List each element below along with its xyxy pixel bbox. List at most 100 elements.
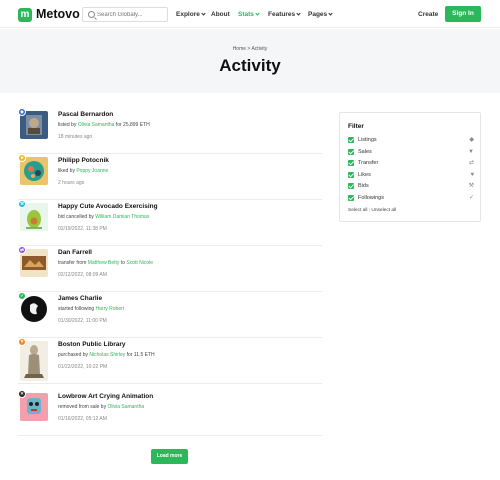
checkbox[interactable] xyxy=(348,171,354,178)
activity-action: purchased by xyxy=(58,352,90,358)
nav-pages[interactable]: Pages xyxy=(308,11,333,18)
activity-item[interactable]: ◆ Pascal Bernardon listed by Olivia Sama… xyxy=(18,108,322,154)
activity-action: liked by xyxy=(58,168,77,174)
chevron-down-icon xyxy=(201,11,206,16)
user-link[interactable]: Harry Robert xyxy=(96,306,125,312)
activity-item[interactable]: ⇄ Dan Farrell transfer from Matthew Bett… xyxy=(18,246,322,292)
gavel-icon: ⚒ xyxy=(468,183,474,189)
activity-time: 01/16/2022, 05:12 AM xyxy=(58,416,107,422)
chevron-down-icon xyxy=(328,11,333,16)
transfer-icon: ⇄ xyxy=(18,246,26,254)
activity-title[interactable]: Happy Cute Avocado Exercising xyxy=(58,203,158,210)
filter-label[interactable]: Listings xyxy=(358,137,377,143)
nav-about-label: About xyxy=(211,11,230,18)
logo-icon[interactable]: m xyxy=(18,8,32,22)
activity-description: removed from sale by Olivia Samantha xyxy=(58,404,144,410)
nav-features-label: Features xyxy=(268,11,296,18)
breadcrumb-home[interactable]: Home xyxy=(233,46,246,52)
filter-label[interactable]: Likes xyxy=(358,172,371,178)
activity-title[interactable]: Boston Public Library xyxy=(58,341,126,348)
search-icon xyxy=(88,11,95,18)
activity-action: transfer from xyxy=(58,260,88,266)
heart-icon: ♥ xyxy=(470,171,474,178)
activity-title[interactable]: Lowbrow Art Crying Animation xyxy=(58,393,153,400)
create-link[interactable]: Create xyxy=(418,11,438,18)
sign-in-button[interactable]: Sign In xyxy=(445,6,481,22)
activity-item[interactable]: ✕ Lowbrow Art Crying Animation removed f… xyxy=(18,390,322,436)
page-hero: Home > Activity Activity xyxy=(0,29,500,93)
load-more-button[interactable]: Load more xyxy=(151,449,188,464)
filter-label[interactable]: Sales xyxy=(358,149,372,155)
user-link[interactable]: Olivia Samantha xyxy=(78,122,115,128)
search-box[interactable] xyxy=(82,7,168,22)
filter-option-listings[interactable]: Listings ◆ xyxy=(348,136,474,145)
breadcrumb-current: Activity xyxy=(251,46,268,52)
activity-action: bid cancelled by xyxy=(58,214,96,220)
search-input[interactable] xyxy=(97,9,165,20)
nav-pages-label: Pages xyxy=(308,11,328,18)
nav-features[interactable]: Features xyxy=(268,11,301,18)
user-link[interactable]: Matthew Betty xyxy=(88,260,120,266)
activity-item[interactable]: ✓ James Charlie started following Harry … xyxy=(18,292,322,338)
activity-item[interactable]: ▼ Boston Public Library purchased by Nic… xyxy=(18,338,322,384)
activity-item[interactable]: ★ Philipp Potocnik liked by Poppy Joanne… xyxy=(18,154,322,200)
user-link[interactable]: Scott Nicole xyxy=(126,260,153,266)
activity-time: 01/30/2022, 11:00 PM xyxy=(58,318,107,324)
tag-icon: ◆ xyxy=(469,137,474,143)
filter-label[interactable]: Transfer xyxy=(358,160,378,166)
chevron-down-icon xyxy=(255,11,260,16)
check-icon: ✓ xyxy=(468,194,474,201)
chevron-down-icon xyxy=(296,11,301,16)
activity-title[interactable]: Pascal Bernardon xyxy=(58,111,113,118)
transfer-icon: ⇄ xyxy=(468,160,474,166)
cart-icon: ▼ xyxy=(18,338,26,346)
activity-detail: for 25.899 ETH xyxy=(114,122,150,128)
activity-time: 01/22/2022, 10:22 PM xyxy=(58,364,108,370)
activity-title[interactable]: James Charlie xyxy=(58,295,102,302)
filter-option-bids[interactable]: Bids ⚒ xyxy=(348,182,474,191)
activity-time: 18 minutes ago xyxy=(58,134,93,140)
activity-description: purchased by Nicholas Shirley for 11.5 E… xyxy=(58,352,155,358)
checkbox[interactable] xyxy=(348,183,354,189)
activity-description: bid cancelled by William Damian Thomas xyxy=(58,214,149,220)
user-link[interactable]: Nicholas Shirley xyxy=(89,352,125,358)
activity-description: liked by Poppy Joanne xyxy=(58,168,108,174)
checkbox[interactable] xyxy=(348,160,354,166)
activity-action: listed by xyxy=(58,122,78,128)
nav-about[interactable]: About xyxy=(211,11,230,18)
filter-label[interactable]: Bids xyxy=(358,183,369,189)
user-link[interactable]: Poppy Joanne xyxy=(76,168,108,174)
artwork-thumbnail[interactable] xyxy=(20,341,48,381)
star-icon: ★ xyxy=(18,154,26,162)
checkbox[interactable] xyxy=(348,148,354,155)
activity-detail: for 11.5 ETH xyxy=(125,352,155,358)
nav-stats-label: Stats xyxy=(238,11,254,18)
separator: | xyxy=(368,208,371,213)
filter-option-sales[interactable]: Sales ▼ xyxy=(348,148,474,157)
filter-title: Filter xyxy=(348,123,364,130)
filter-option-transfer[interactable]: Transfer ⇄ xyxy=(348,159,474,168)
activity-description: transfer from Matthew Betty to Scott Nic… xyxy=(58,260,153,266)
activity-description: started following Harry Robert xyxy=(58,306,124,312)
nav-stats[interactable]: Stats xyxy=(238,11,260,18)
top-navbar: m Metovo Explore About Stats Features Pa… xyxy=(0,0,500,28)
unselect-all-link[interactable]: Unselect all xyxy=(371,208,396,213)
select-all-link[interactable]: Select all xyxy=(348,208,367,213)
activity-title[interactable]: Dan Farrell xyxy=(58,249,92,256)
cart-icon: ▼ xyxy=(468,148,474,155)
filter-option-likes[interactable]: Likes ♥ xyxy=(348,171,474,180)
checkbox[interactable] xyxy=(348,194,354,201)
logo-text[interactable]: Metovo xyxy=(36,7,80,21)
activity-time: 2 hours ago xyxy=(58,180,85,186)
activity-description: listed by Olivia Samantha for 25.899 ETH xyxy=(58,122,150,128)
filter-option-followings[interactable]: Followings ✓ xyxy=(348,194,474,203)
activity-title[interactable]: Philipp Potocnik xyxy=(58,157,109,164)
checkbox[interactable] xyxy=(348,137,354,143)
activity-action: removed from sale by xyxy=(58,404,108,410)
filter-label[interactable]: Followings xyxy=(358,195,384,201)
page-title: Activity xyxy=(219,56,281,75)
activity-item[interactable]: ⚒ Happy Cute Avocado Exercising bid canc… xyxy=(18,200,322,246)
nav-explore[interactable]: Explore xyxy=(176,11,206,18)
user-link[interactable]: Olivia Samantha xyxy=(107,404,144,410)
user-link[interactable]: William Damian Thomas xyxy=(95,214,149,220)
